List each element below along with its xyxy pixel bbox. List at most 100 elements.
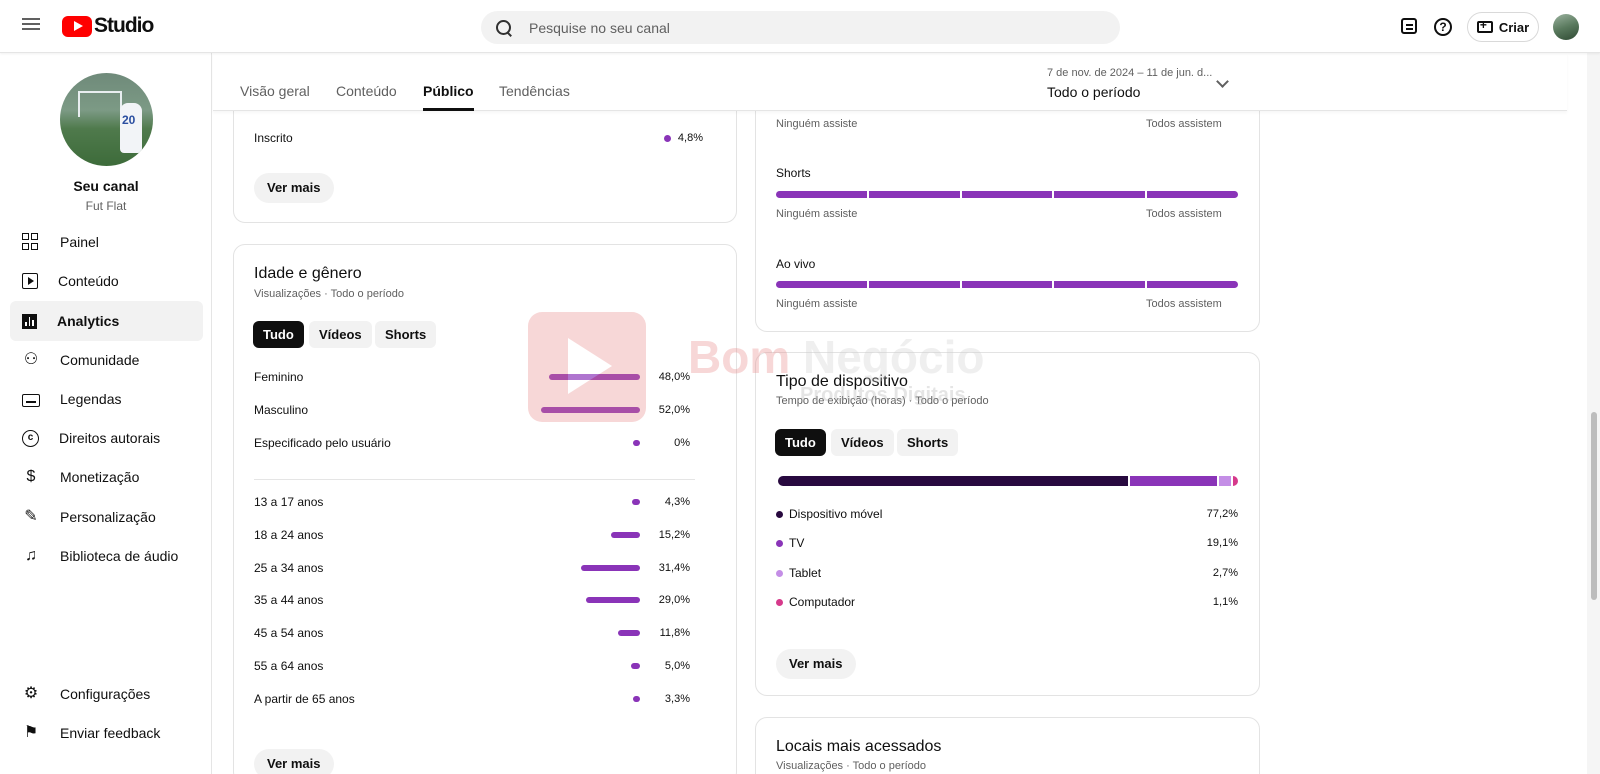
settings-icon: ⚙ bbox=[23, 685, 39, 702]
send-feedback-icon[interactable] bbox=[1401, 18, 1417, 34]
device-segment bbox=[1218, 476, 1232, 486]
chevron-down-icon[interactable] bbox=[1216, 75, 1229, 88]
tab-conteudo[interactable]: Conteúdo bbox=[336, 83, 397, 111]
analytics-tabs-header: Visão geral Conteúdo Público Tendências … bbox=[213, 53, 1567, 111]
sidebar-item-painel[interactable]: Painel bbox=[10, 222, 203, 262]
age-bar bbox=[581, 565, 640, 571]
card-title: Locais mais acessados bbox=[776, 738, 942, 755]
date-range-label: Todo o período bbox=[1047, 84, 1141, 100]
device-segment bbox=[1233, 476, 1238, 486]
gender-label: Masculino bbox=[254, 403, 309, 417]
channel-avatar[interactable]: 20 bbox=[60, 73, 153, 166]
chip-videos[interactable]: Vídeos bbox=[309, 321, 372, 348]
card-subtitle: Visualizações · Todo o período bbox=[776, 760, 927, 772]
studio-logo[interactable]: Studio bbox=[62, 14, 154, 38]
channel-handle: Fut Flat bbox=[85, 199, 127, 213]
everyone-watches-label: Todos assistem bbox=[1146, 208, 1222, 220]
menu-icon[interactable] bbox=[20, 15, 42, 37]
sidebar-item-enviar-feedback[interactable]: ⚑ Enviar feedback bbox=[10, 713, 203, 753]
shorts-watch-bar bbox=[776, 191, 1238, 198]
age-value: 29,0% bbox=[658, 594, 690, 606]
chip-shorts[interactable]: Shorts bbox=[375, 321, 437, 348]
age-bar bbox=[611, 532, 640, 538]
nobody-watches-label: Ninguém assiste bbox=[776, 298, 858, 310]
everyone-watches-label: Todos assistem bbox=[1146, 298, 1222, 310]
device-value: 1,1% bbox=[1212, 596, 1238, 608]
sidebar-item-label: Configurações bbox=[60, 686, 151, 702]
gender-label: Feminino bbox=[254, 370, 304, 384]
age-value: 15,2% bbox=[658, 529, 690, 541]
chip-tudo[interactable]: Tudo bbox=[775, 429, 826, 456]
age-bar bbox=[630, 663, 640, 669]
tab-tendencias[interactable]: Tendências bbox=[499, 83, 570, 111]
tab-visao-geral[interactable]: Visão geral bbox=[240, 83, 310, 111]
gender-value: 0% bbox=[674, 437, 690, 449]
sidebar-item-label: Biblioteca de áudio bbox=[60, 548, 179, 564]
legend-dot bbox=[776, 599, 783, 606]
sidebar-item-legendas[interactable]: Legendas bbox=[10, 379, 203, 419]
chip-videos[interactable]: Vídeos bbox=[831, 429, 894, 456]
see-more-button[interactable]: Ver mais bbox=[254, 749, 334, 774]
sidebar-item-analytics[interactable]: Analytics bbox=[10, 301, 203, 341]
age-label: 25 a 34 anos bbox=[254, 561, 324, 575]
sidebar-item-label: Personalização bbox=[60, 509, 156, 525]
content-type-watch-card: Ninguém assiste Todos assistem Shorts Ni… bbox=[755, 80, 1260, 332]
sidebar-item-label: Analytics bbox=[57, 313, 120, 329]
sidebar-item-label: Legendas bbox=[60, 391, 122, 407]
help-icon[interactable]: ? bbox=[1434, 18, 1452, 36]
sidebar-item-monetizacao[interactable]: $ Monetização bbox=[10, 457, 203, 497]
gender-bar bbox=[541, 407, 640, 413]
top-places-card: Locais mais acessados Visualizações · To… bbox=[755, 717, 1260, 774]
see-more-button[interactable]: Ver mais bbox=[254, 173, 334, 203]
subtitles-icon bbox=[22, 393, 40, 407]
age-bar bbox=[631, 499, 640, 505]
subscribed-label: Inscrito bbox=[254, 131, 293, 145]
avatar-player-shape bbox=[120, 103, 142, 153]
tab-publico[interactable]: Público bbox=[423, 83, 474, 111]
everyone-watches-label: Todos assistem bbox=[1146, 118, 1222, 130]
search-bar[interactable] bbox=[481, 11, 1120, 44]
age-label: A partir de 65 anos bbox=[254, 692, 355, 706]
age-value: 11,8% bbox=[659, 627, 690, 639]
age-bar bbox=[633, 696, 640, 702]
sidebar-item-label: Monetização bbox=[60, 469, 140, 485]
search-icon[interactable] bbox=[495, 19, 513, 37]
monetization-icon: $ bbox=[26, 468, 36, 485]
create-video-icon bbox=[1476, 18, 1493, 33]
age-label: 45 a 54 anos bbox=[254, 626, 324, 640]
sidebar-item-personalizacao[interactable]: ✎ Personalização bbox=[10, 497, 203, 537]
card-title: Tipo de dispositivo bbox=[776, 373, 908, 390]
device-label: Dispositivo móvel bbox=[789, 507, 883, 521]
device-label: Tablet bbox=[789, 566, 822, 580]
age-value: 4,3% bbox=[664, 496, 690, 508]
age-label: 13 a 17 anos bbox=[254, 495, 324, 509]
sidebar-item-configuracoes[interactable]: ⚙ Configurações bbox=[10, 674, 203, 714]
sidebar-item-direitos-autorais[interactable]: c Direitos autorais bbox=[10, 418, 203, 458]
sidebar-item-comunidade[interactable]: ⚇ Comunidade bbox=[10, 340, 203, 380]
create-button[interactable]: Criar bbox=[1467, 12, 1539, 42]
chip-shorts[interactable]: Shorts bbox=[897, 429, 959, 456]
account-avatar[interactable] bbox=[1553, 14, 1579, 40]
sidebar-item-label: Comunidade bbox=[60, 352, 140, 368]
sidebar-item-conteudo[interactable]: Conteúdo bbox=[10, 261, 203, 301]
gender-value: 48,0% bbox=[658, 371, 690, 383]
search-input[interactable] bbox=[529, 19, 1089, 36]
dashboard-icon bbox=[22, 233, 40, 251]
feedback-icon: ⚑ bbox=[23, 724, 39, 741]
device-segment bbox=[1130, 476, 1217, 486]
date-range-selector[interactable]: 7 de nov. de 2024 – 11 de jun. d... Todo… bbox=[1047, 67, 1212, 100]
age-value: 3,3% bbox=[664, 693, 690, 705]
sidebar-item-label: Enviar feedback bbox=[60, 725, 161, 741]
scrollbar-thumb[interactable] bbox=[1591, 412, 1597, 600]
date-range-text: 7 de nov. de 2024 – 11 de jun. d... bbox=[1047, 67, 1213, 79]
avatar-goal-shape bbox=[78, 91, 122, 117]
sidebar-item-label: Painel bbox=[60, 234, 99, 250]
see-more-button[interactable]: Ver mais bbox=[776, 649, 856, 679]
age-bar bbox=[585, 597, 640, 603]
sidebar-item-label: Direitos autorais bbox=[59, 430, 161, 446]
chip-tudo[interactable]: Tudo bbox=[253, 321, 304, 348]
legend-dot bbox=[776, 570, 783, 577]
avatar-jersey-number: 20 bbox=[122, 113, 136, 127]
device-segment bbox=[778, 476, 1129, 486]
sidebar-item-biblioteca-audio[interactable]: ♫ Biblioteca de áudio bbox=[10, 536, 203, 576]
